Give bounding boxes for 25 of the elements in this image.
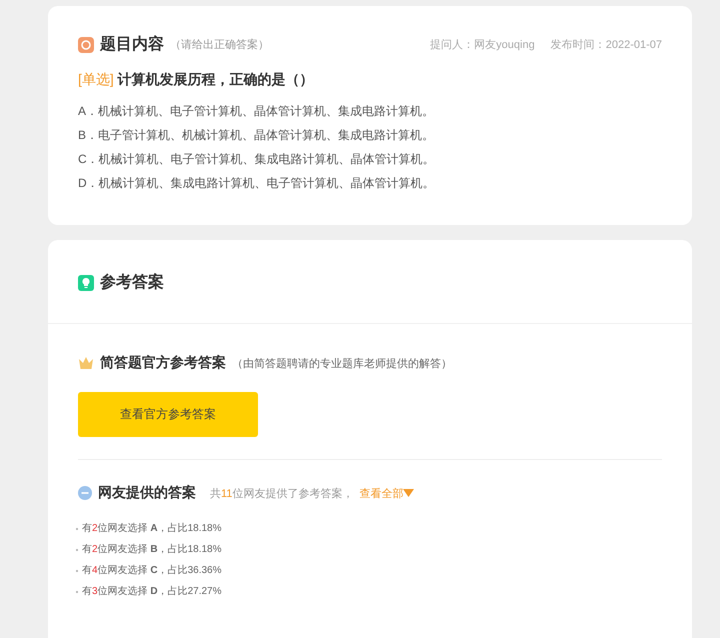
question-icon	[78, 36, 94, 52]
answer-option: B．电子管计算机、机械计算机、晶体管计算机、集成电路计算机。	[78, 123, 662, 147]
netizen-answers-title: 网友提供的答案	[98, 484, 196, 502]
crown-icon	[78, 356, 94, 370]
answer-stat: 有3位网友选择 D，占比27.27%	[82, 584, 222, 599]
section-title: 参考答案	[100, 272, 164, 293]
question-type-tag: [单选]	[78, 71, 114, 87]
view-official-answer-button[interactable]: 查看官方参考答案	[78, 392, 258, 437]
minus-circle-icon	[78, 486, 92, 500]
question-text: 计算机发展历程，正确的是（）	[118, 71, 314, 87]
section-title: 题目内容	[100, 34, 164, 55]
answer-option: D．机械计算机、集成电路计算机、电子管计算机、晶体管计算机。	[78, 171, 662, 195]
answer-option: C．机械计算机、电子管计算机、集成电路计算机、晶体管计算机。	[78, 147, 662, 171]
official-answer-note: （由简答题聘请的专业题库老师提供的解答）	[232, 356, 452, 370]
official-answer-title: 简答题官方参考答案	[100, 354, 226, 372]
date-text: 发布时间：2022-01-07	[550, 38, 662, 52]
answer-stat: 有2位网友选择 B，占比18.18%	[82, 542, 222, 557]
answer-stat: 有2位网友选择 A，占比18.18%	[82, 522, 222, 536]
hint-text: （请给出正确答案）	[170, 38, 269, 52]
asker-text: 提问人：网友youqing	[430, 38, 535, 52]
answer-stat: 有4位网友选择 C，占比36.36%	[82, 564, 222, 578]
answer-summary: 共11位网友提供了参考答案，	[210, 486, 354, 500]
caret-icon	[403, 489, 414, 497]
lightbulb-icon	[78, 274, 94, 290]
answer-option: A．机械计算机、电子管计算机、晶体管计算机、集成电路计算机。	[78, 99, 662, 123]
